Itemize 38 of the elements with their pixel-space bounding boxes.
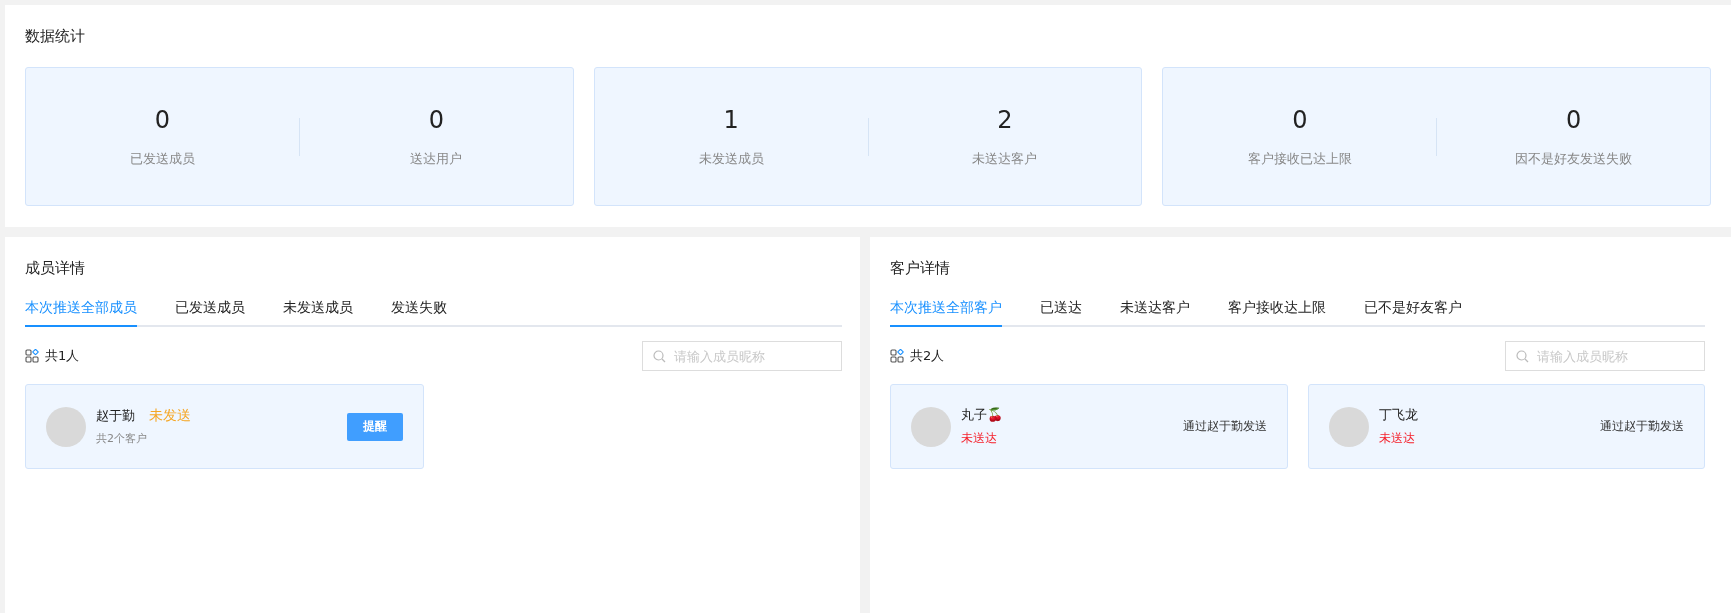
tab[interactable]: 已不是好友客户 bbox=[1364, 293, 1462, 327]
stat-label: 未送达客户 bbox=[971, 149, 1039, 168]
customer-count: 共2个客户 bbox=[96, 431, 148, 446]
tab[interactable]: 已送达 bbox=[1040, 293, 1082, 327]
stat-label: 送达用户 bbox=[409, 149, 464, 168]
stat-value: 2 bbox=[996, 105, 1014, 134]
section-title: 数据统计 bbox=[25, 26, 86, 45]
stat-value: 0 bbox=[427, 105, 445, 134]
section-title: 客户详情 bbox=[890, 258, 951, 277]
person-name: 丸子🍒 bbox=[961, 406, 1003, 424]
total-count: 共2人 bbox=[910, 347, 945, 365]
stat-label: 未发送成员 bbox=[697, 149, 765, 168]
avatar bbox=[46, 406, 86, 447]
tab[interactable]: 已发送成员 bbox=[175, 293, 245, 327]
stat-value: 0 bbox=[1291, 105, 1309, 134]
tab[interactable]: 客户接收达上限 bbox=[1228, 293, 1326, 327]
tab[interactable]: 未发送成员 bbox=[283, 293, 353, 327]
tab[interactable]: 发送失败 bbox=[391, 293, 447, 327]
grid-icon bbox=[25, 349, 39, 363]
person-name: 丁飞龙 bbox=[1378, 406, 1418, 424]
status-label: 未发送 bbox=[149, 407, 191, 425]
sender-text: 通过赵于勤发送 bbox=[1182, 418, 1267, 435]
tab[interactable]: 未送达客户 bbox=[1120, 293, 1190, 327]
person-name: 赵于勤 bbox=[96, 407, 135, 425]
stat-label: 客户接收已达上限 bbox=[1246, 149, 1353, 168]
stat-value: 1 bbox=[722, 105, 740, 134]
section-title: 成员详情 bbox=[25, 258, 86, 277]
sender-text: 通过赵于勤发送 bbox=[1600, 418, 1684, 435]
status-label: 未送达 bbox=[1378, 430, 1416, 447]
total-count: 共1人 bbox=[45, 347, 80, 365]
status-label: 未送达 bbox=[961, 430, 998, 447]
grid-icon bbox=[890, 349, 904, 363]
stat-value: 0 bbox=[153, 105, 172, 134]
stat-label: 因不是好友发送失败 bbox=[1514, 149, 1634, 168]
stat-label: 已发送成员 bbox=[128, 149, 196, 168]
avatar bbox=[1328, 406, 1369, 447]
avatar bbox=[911, 406, 951, 447]
stat-value: 0 bbox=[1564, 105, 1583, 134]
